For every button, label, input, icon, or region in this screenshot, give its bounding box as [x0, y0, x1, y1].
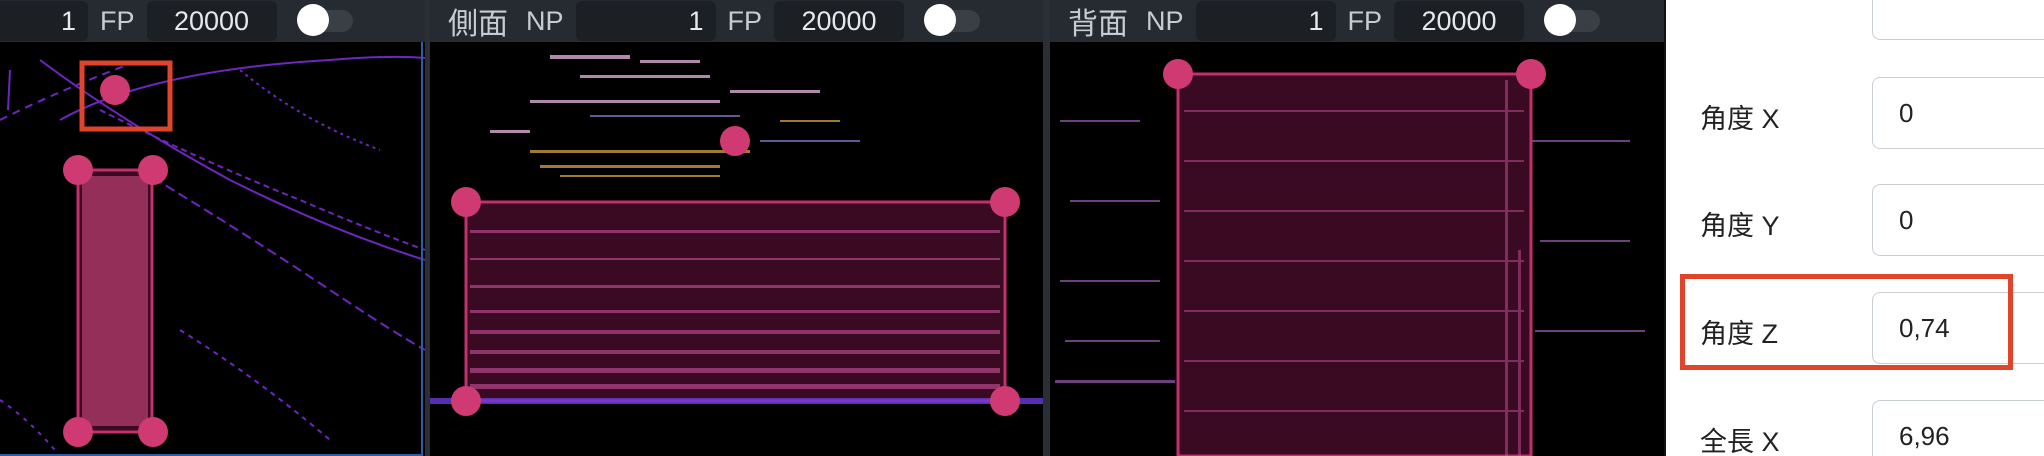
np-label: NP: [526, 5, 564, 36]
np-input[interactable]: 1: [1195, 1, 1336, 41]
toggle-switch[interactable]: [924, 4, 981, 36]
toggle-knob-icon: [1544, 4, 1577, 36]
previous-property-input[interactable]: [1872, 0, 2044, 40]
toggle-switch[interactable]: [296, 4, 353, 36]
fp-input[interactable]: 20000: [774, 1, 905, 41]
side-view-viewport[interactable]: 側面 NP 1 FP 20000: [430, 0, 1043, 456]
toggle-switch[interactable]: [1544, 4, 1601, 36]
top-view-viewport[interactable]: 1 FP 20000: [0, 0, 425, 456]
np-label: NP: [1146, 5, 1184, 36]
property-row-length-x: 全長 X 6,96: [1666, 400, 2044, 456]
angle-x-input[interactable]: 0: [1872, 77, 2044, 149]
top-point-cloud: [0, 55, 425, 456]
back-view-title: 背面: [1068, 8, 1128, 41]
angle-y-input[interactable]: 0: [1872, 184, 2044, 256]
property-row-angle-x: 角度 X 0: [1666, 77, 2044, 153]
fp-label: FP: [1347, 5, 1383, 36]
np-input[interactable]: 1: [0, 1, 88, 41]
side-view-toolbar: 側面 NP 1 FP 20000: [430, 0, 1043, 42]
property-label: 全長 X: [1700, 427, 1780, 456]
back-point-cloud: [1055, 59, 1645, 456]
property-label: 角度 Y: [1700, 211, 1780, 241]
toggle-knob-icon: [924, 4, 957, 36]
rotation-handle[interactable]: [100, 75, 130, 105]
fp-input[interactable]: 20000: [146, 1, 277, 41]
property-label: 角度 X: [1700, 104, 1780, 134]
bounding-box-back[interactable]: [1176, 72, 1533, 456]
toggle-knob-icon: [296, 4, 329, 36]
np-input[interactable]: 1: [575, 1, 716, 41]
rotation-handle[interactable]: [720, 126, 750, 156]
properties-panel: 角度 X 0 角度 Y 0 角度 Z 0,74 全長 X 6,96: [1666, 0, 2044, 456]
back-view-toolbar: 背面 NP 1 FP 20000: [1050, 0, 1664, 42]
property-row-angle-y: 角度 Y 0: [1666, 184, 2044, 260]
top-view-toolbar: 1 FP 20000: [0, 0, 425, 42]
fp-input[interactable]: 20000: [1394, 1, 1525, 41]
side-view-title: 側面: [448, 8, 508, 41]
fp-label: FP: [100, 5, 135, 36]
property-label: 角度 Z: [1700, 319, 1778, 349]
length-x-input[interactable]: 6,96: [1872, 400, 2044, 456]
fp-label: FP: [727, 5, 763, 36]
angle-z-input[interactable]: 0,74: [1872, 292, 2044, 364]
back-view-viewport[interactable]: 背面 NP 1 FP 20000: [1050, 0, 1664, 456]
property-row-angle-z: 角度 Z 0,74: [1666, 292, 2044, 368]
viewport-divider[interactable]: [1043, 0, 1050, 456]
side-point-cloud: [430, 55, 1043, 416]
